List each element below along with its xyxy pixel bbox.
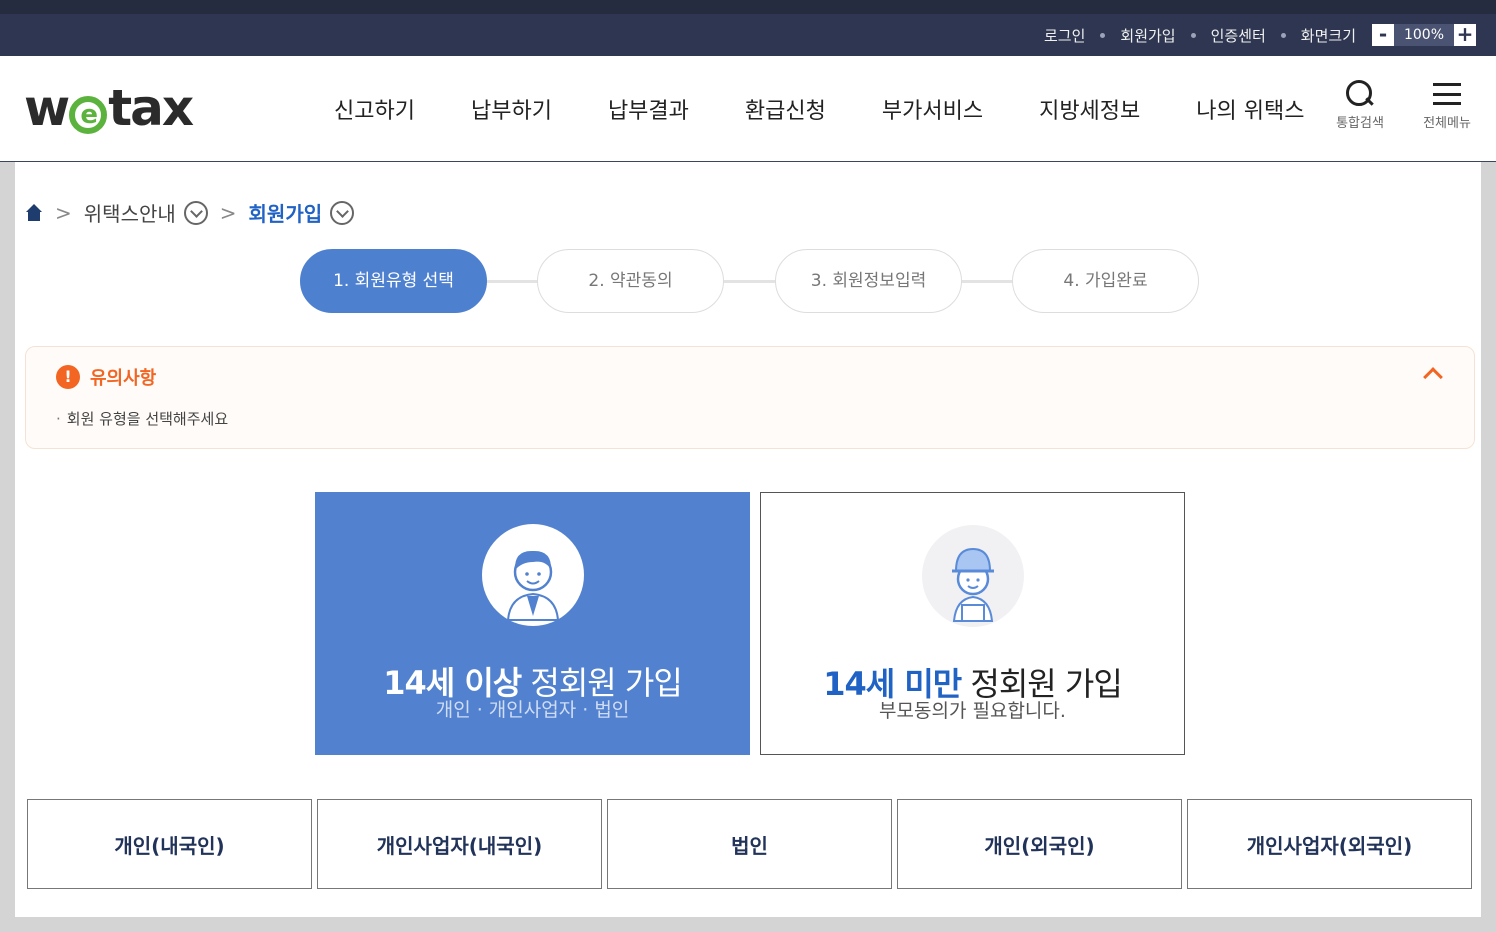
steps-connector-line	[390, 280, 1110, 283]
breadcrumb: > 위택스안내 > 회원가입	[25, 198, 355, 227]
chevron-down-icon[interactable]	[183, 200, 208, 225]
search-label: 통합검색	[1336, 116, 1384, 131]
nav-payment[interactable]: 납부하기	[471, 93, 552, 125]
cert-center-link[interactable]: 인증센터	[1211, 25, 1266, 46]
all-menu-button[interactable]: 전체메뉴	[1412, 80, 1482, 131]
adult-member-card[interactable]: 14세 이상 정회원 가입 개인 · 개인사업자 · 법인	[315, 492, 750, 755]
nav-local-tax-info[interactable]: 지방세정보	[1039, 93, 1140, 125]
zoom-control: - 100% +	[1372, 24, 1476, 46]
notice-text: 회원 유형을 선택해주세요	[56, 408, 228, 429]
home-icon[interactable]	[25, 203, 43, 222]
nav-extra-services[interactable]: 부가서비스	[882, 93, 983, 125]
nav-refund[interactable]: 환급신청	[745, 93, 826, 125]
adult-avatar-icon	[481, 524, 584, 626]
type-individual-foreign-button[interactable]: 개인(외국인)	[897, 799, 1182, 889]
search-icon	[1346, 80, 1374, 108]
notice-title: ! 유의사항	[56, 364, 156, 390]
type-business-foreign-button[interactable]: 개인사업자(외국인)	[1187, 799, 1472, 889]
step-complete: 4. 가입완료	[1012, 249, 1199, 313]
all-menu-label: 전체메뉴	[1423, 116, 1471, 131]
chevron-down-icon[interactable]	[330, 200, 355, 225]
separator-dot	[1280, 32, 1286, 38]
zoom-out-button[interactable]: -	[1372, 24, 1394, 46]
chevron-up-icon[interactable]	[1423, 367, 1443, 387]
notice-title-text: 유의사항	[90, 368, 157, 389]
join-link[interactable]: 회원가입	[1120, 25, 1175, 46]
nav-my-wetax[interactable]: 나의 위택스	[1196, 93, 1304, 125]
notice-box: ! 유의사항 회원 유형을 선택해주세요	[25, 346, 1475, 449]
breadcrumb-level1[interactable]: 위택스안내	[84, 198, 176, 227]
warning-icon: !	[56, 365, 80, 389]
type-corporation-button[interactable]: 법인	[607, 799, 892, 889]
nav-report[interactable]: 신고하기	[334, 93, 415, 125]
signup-steps: 1. 회원유형 선택 2. 약관동의 3. 회원정보입력 4. 가입완료	[300, 249, 1200, 313]
member-type-buttons: 개인(내국인) 개인사업자(내국인) 법인 개인(외국인) 개인사업자(외국인)	[27, 799, 1477, 889]
breadcrumb-separator: >	[219, 200, 237, 225]
main-content: > 위택스안내 > 회원가입 1. 회원유형 선택 2. 약관동의 3. 회원정…	[15, 162, 1481, 917]
integrated-search-button[interactable]: 통합검색	[1325, 80, 1395, 131]
type-business-domestic-button[interactable]: 개인사업자(내국인)	[317, 799, 602, 889]
utility-links: 로그인 회원가입 인증센터 화면크기 - 100% +	[1044, 14, 1476, 56]
breadcrumb-separator: >	[55, 200, 72, 225]
wetax-logo[interactable]: w e tax	[24, 79, 194, 137]
nav-payment-result[interactable]: 납부결과	[608, 93, 689, 125]
minor-avatar-icon	[921, 525, 1024, 627]
main-navigation: 신고하기 납부하기 납부결과 환급신청 부가서비스 지방세정보 나의 위택스	[306, 56, 1332, 162]
separator-dot	[1190, 32, 1196, 38]
logo-w: w	[24, 79, 70, 137]
zoom-in-button[interactable]: +	[1454, 24, 1476, 46]
adult-card-subtitle: 개인 · 개인사업자 · 법인	[435, 699, 630, 721]
logo-e: e	[69, 96, 108, 134]
logo-tax: tax	[108, 79, 194, 137]
minor-card-subtitle: 부모동의가 필요합니다.	[879, 700, 1066, 722]
zoom-level: 100%	[1394, 24, 1454, 46]
step-terms: 2. 약관동의	[537, 249, 724, 313]
step-member-type: 1. 회원유형 선택	[300, 249, 487, 313]
site-header: w e tax 신고하기 납부하기 납부결과 환급신청 부가서비스 지방세정보 나의…	[0, 56, 1496, 162]
step-member-info: 3. 회원정보입력	[775, 249, 962, 313]
breadcrumb-current[interactable]: 회원가입	[249, 198, 323, 227]
minor-member-card[interactable]: 14세 미만 정회원 가입 부모동의가 필요합니다.	[760, 492, 1185, 755]
separator-dot	[1100, 32, 1106, 38]
hamburger-menu-icon	[1433, 80, 1461, 108]
login-link[interactable]: 로그인	[1044, 25, 1085, 46]
screen-size-label: 화면크기	[1300, 26, 1356, 45]
type-individual-domestic-button[interactable]: 개인(내국인)	[27, 799, 312, 889]
top-utility-bar: 로그인 회원가입 인증센터 화면크기 - 100% +	[0, 0, 1496, 56]
